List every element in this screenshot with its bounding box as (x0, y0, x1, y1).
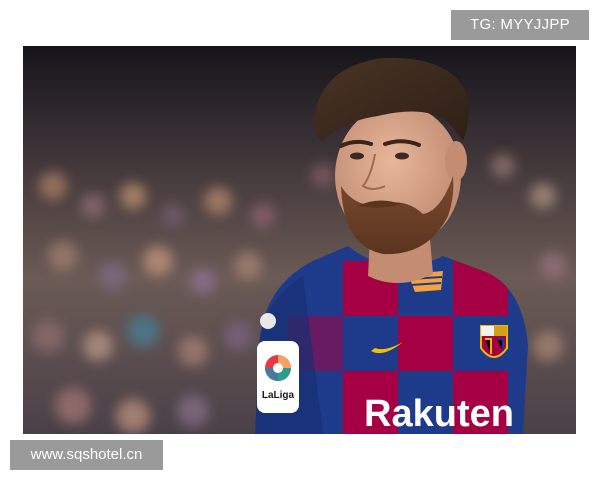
laliga-patch-label: LaLiga (262, 390, 295, 401)
laliga-patch: LaLiga (257, 341, 299, 413)
watermark-top: TG: MYYJJPP (451, 10, 589, 40)
jersey-sponsor-text: Rakuten (364, 393, 514, 434)
club-crest-icon (480, 325, 508, 358)
player-photo: LaLiga Rakuten (23, 46, 576, 434)
watermark-bottom: www.sqshotel.cn (10, 440, 163, 470)
sleeve-badge-icon (260, 313, 276, 329)
